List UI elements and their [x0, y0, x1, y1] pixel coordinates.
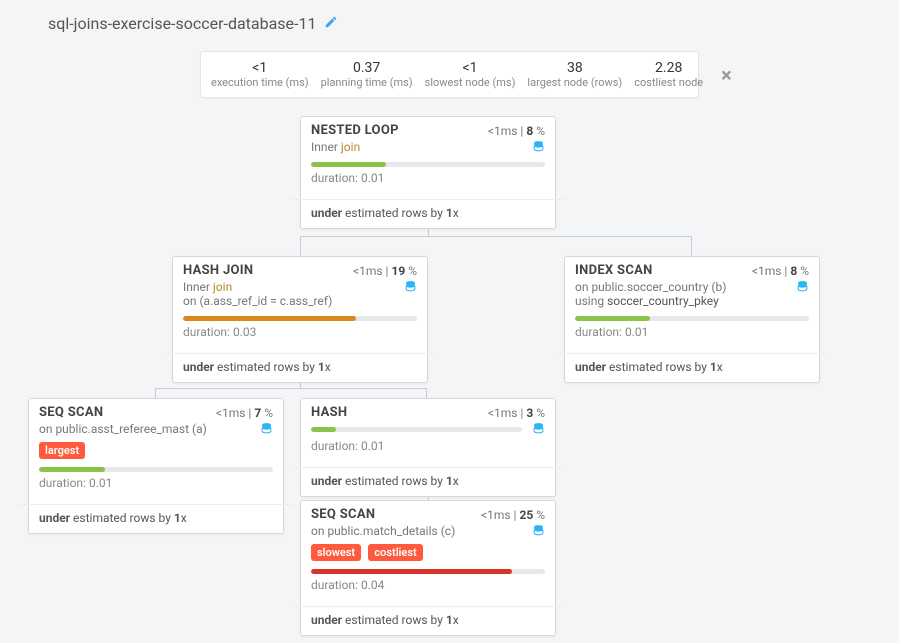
node-seq-scan-a[interactable]: SEQ SCAN <1ms | 7 % on public.asst_refer…: [28, 398, 284, 534]
database-icon[interactable]: [532, 140, 545, 153]
badge-largest: largest: [39, 442, 85, 459]
node-metrics: <1ms | 3 %: [488, 406, 545, 420]
node-metrics: <1ms | 19 %: [353, 264, 417, 278]
node-title: SEQ SCAN: [39, 405, 103, 420]
stat-label: execution time (ms): [211, 76, 309, 89]
duration-text: duration: 0.01: [311, 171, 545, 185]
stat-value: <1: [425, 60, 516, 76]
edit-icon[interactable]: [324, 15, 338, 33]
badge-slowest: slowest: [311, 544, 361, 561]
stat-label: slowest node (ms): [425, 76, 516, 89]
stat-value: 2.28: [634, 60, 703, 76]
stat-slowest-node: <1 slowest node (ms): [419, 60, 522, 89]
stat-label: planning time (ms): [321, 76, 413, 89]
node-subtitle: on public.asst_referee_mast (a): [39, 422, 207, 436]
duration-text: duration: 0.01: [39, 476, 273, 490]
node-title: HASH JOIN: [183, 263, 253, 278]
estimate-text: under estimated rows by 1x: [301, 613, 555, 635]
node-subtitle: Inner join on (a.ass_ref_id = c.ass_ref): [183, 280, 332, 308]
duration-text: duration: 0.03: [183, 325, 417, 339]
stat-value: 38: [527, 60, 622, 76]
stat-label: largest node (rows): [527, 76, 622, 89]
node-metrics: <1ms | 8 %: [488, 124, 545, 138]
node-metrics: <1ms | 8 %: [752, 264, 809, 278]
badge-costliest: costliest: [368, 544, 422, 561]
stat-costliest-node: 2.28 costliest node: [628, 60, 709, 89]
duration-bar: [311, 427, 522, 432]
duration-text: duration: 0.01: [311, 439, 545, 453]
node-subtitle: on public.match_details (c): [311, 524, 455, 538]
stat-label: costliest node: [634, 76, 703, 89]
page-title: sql-joins-exercise-soccer-database-11: [48, 14, 316, 33]
node-hash[interactable]: HASH <1ms | 3 % duration: 0.01 under est…: [300, 398, 556, 497]
stat-planning-time: 0.37 planning time (ms): [315, 60, 419, 89]
node-title: SEQ SCAN: [311, 507, 375, 522]
node-metrics: <1ms | 7 %: [216, 406, 273, 420]
node-nested-loop[interactable]: NESTED LOOP <1ms | 8 % Inner join durati…: [300, 116, 556, 229]
database-icon[interactable]: [532, 422, 545, 435]
node-title: NESTED LOOP: [311, 123, 399, 138]
node-subtitle: Inner join: [311, 140, 360, 154]
stat-value: <1: [211, 60, 309, 76]
estimate-text: under estimated rows by 1x: [301, 474, 555, 496]
duration-bar: [575, 316, 809, 321]
node-hash-join[interactable]: HASH JOIN <1ms | 19 % Inner join on (a.a…: [172, 256, 428, 383]
estimate-text: under estimated rows by 1x: [301, 206, 555, 228]
node-seq-scan-c[interactable]: SEQ SCAN <1ms | 25 % on public.match_det…: [300, 500, 556, 636]
node-title: INDEX SCAN: [575, 263, 653, 278]
estimate-text: under estimated rows by 1x: [29, 511, 283, 533]
database-icon[interactable]: [404, 280, 417, 293]
close-icon[interactable]: ×: [709, 63, 732, 87]
stat-execution-time: <1 execution time (ms): [205, 60, 315, 89]
estimate-text: under estimated rows by 1x: [565, 360, 819, 382]
duration-bar: [183, 316, 417, 321]
duration-bar: [311, 162, 545, 167]
duration-bar: [39, 467, 273, 472]
database-icon[interactable]: [532, 524, 545, 537]
node-metrics: <1ms | 25 %: [481, 508, 545, 522]
database-icon[interactable]: [796, 280, 809, 293]
duration-text: duration: 0.04: [311, 578, 545, 592]
title-bar: sql-joins-exercise-soccer-database-11: [0, 0, 899, 43]
node-index-scan[interactable]: INDEX SCAN <1ms | 8 % on public.soccer_c…: [564, 256, 820, 383]
plan-canvas[interactable]: NESTED LOOP <1ms | 8 % Inner join durati…: [0, 108, 899, 643]
node-subtitle: on public.soccer_country (b) using socce…: [575, 280, 726, 308]
estimate-text: under estimated rows by 1x: [173, 360, 427, 382]
duration-bar: [311, 569, 545, 574]
duration-text: duration: 0.01: [575, 325, 809, 339]
node-title: HASH: [311, 405, 347, 420]
database-icon[interactable]: [260, 422, 273, 435]
stats-bar: <1 execution time (ms) 0.37 planning tim…: [200, 51, 699, 98]
stat-largest-node: 38 largest node (rows): [521, 60, 628, 89]
stat-value: 0.37: [321, 60, 413, 76]
